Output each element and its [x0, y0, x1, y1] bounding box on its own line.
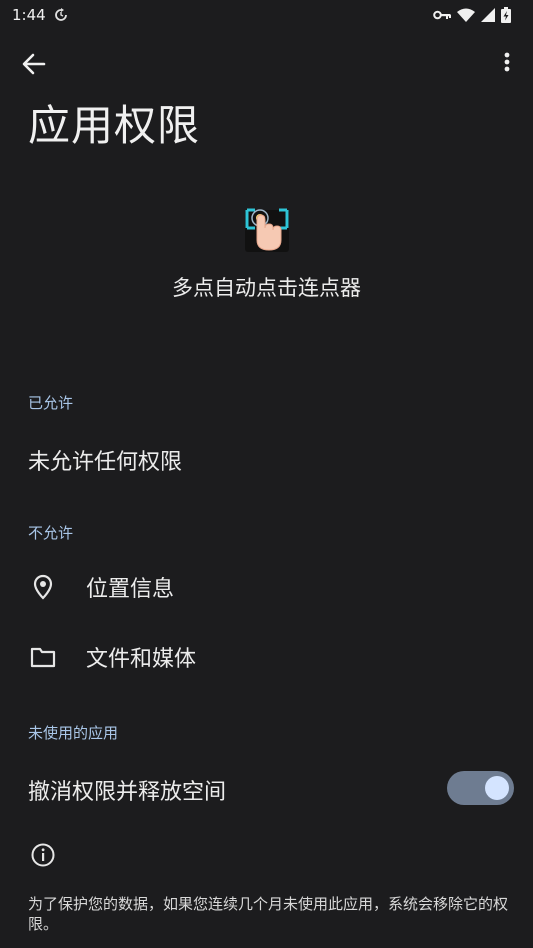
- section-header-unused-apps: 未使用的应用: [28, 724, 119, 742]
- wifi-icon: [457, 8, 475, 22]
- revoke-permissions-row[interactable]: 撤消权限并释放空间: [0, 760, 533, 816]
- more-vert-icon: [504, 52, 510, 72]
- section-header-allowed: 已允许: [28, 394, 74, 412]
- back-button[interactable]: [20, 50, 48, 78]
- folder-icon: [30, 647, 56, 668]
- status-right: [433, 7, 511, 23]
- section-header-not-allowed: 不允许: [28, 524, 74, 542]
- toggle-knob: [485, 776, 509, 800]
- status-time: 1:44: [12, 6, 46, 24]
- revoke-permissions-label: 撤消权限并释放空间: [28, 780, 227, 805]
- no-permissions-allowed-text: 未允许任何权限: [28, 450, 183, 475]
- app-bar: [0, 42, 533, 82]
- tap-hand-icon: [243, 206, 291, 254]
- sync-icon: [54, 8, 68, 22]
- vpn-key-icon: [433, 9, 451, 21]
- app-name: 多点自动点击连点器: [172, 276, 361, 300]
- page-title: 应用权限: [28, 101, 201, 150]
- footer-info-text: 为了保护您的数据，如果您连续几个月未使用此应用，系统会移除它的权限。: [28, 895, 509, 933]
- revoke-permissions-toggle[interactable]: [447, 771, 514, 805]
- permission-item-location[interactable]: 位置信息: [0, 557, 533, 617]
- location-pin-icon: [33, 574, 53, 600]
- status-bar: 1:44: [0, 0, 533, 30]
- battery-charging-icon: [501, 7, 511, 23]
- permission-label: 文件和媒体: [86, 647, 197, 672]
- cell-signal-icon: [481, 8, 495, 22]
- info-icon: [31, 843, 55, 867]
- permission-item-files-media[interactable]: 文件和媒体: [0, 627, 533, 687]
- more-options-button[interactable]: [497, 50, 517, 78]
- permission-label: 位置信息: [86, 577, 175, 602]
- arrow-left-icon: [22, 53, 46, 75]
- status-left: 1:44: [12, 6, 68, 24]
